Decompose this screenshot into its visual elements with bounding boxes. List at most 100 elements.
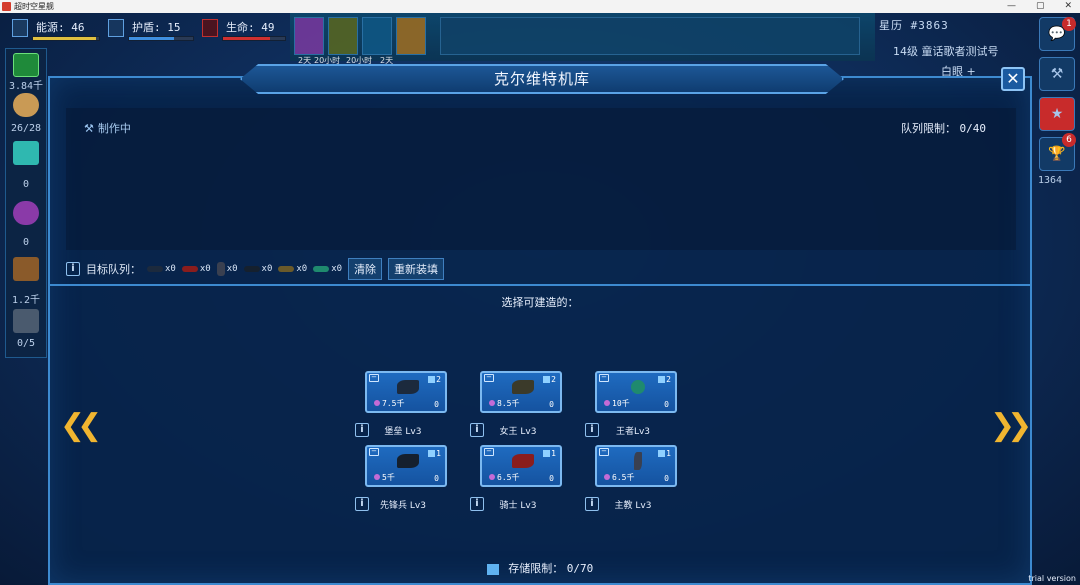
target-ship-knight[interactable]: x0 (278, 264, 307, 274)
book-icon[interactable] (396, 17, 426, 55)
hammer-icon: ⚒ (84, 122, 94, 135)
target-count: x0 (165, 264, 176, 274)
ship-cost: 6.5千 (604, 472, 634, 483)
tools-button[interactable]: ⚒ (1039, 57, 1075, 91)
minus-icon[interactable]: − (369, 374, 379, 382)
ship-slots: 2 (428, 375, 441, 384)
cost-value: 6.5千 (612, 473, 635, 482)
vanguard-icon (243, 266, 260, 272)
minus-icon[interactable]: − (599, 448, 609, 456)
credits-value: 3.84千 (8, 81, 44, 92)
orb-value: 0 (22, 237, 30, 248)
target-icon[interactable] (362, 17, 392, 55)
dialog-title: 克尔维特机库 (240, 64, 844, 94)
cost-value: 7.5千 (382, 399, 405, 408)
crafting-header: ⚒ 制作中 (84, 120, 131, 136)
crew-strip[interactable] (440, 17, 860, 55)
close-window-icon[interactable]: ✕ (1064, 0, 1072, 13)
target-queue-label: 目标队列： (86, 263, 141, 276)
refill-button[interactable]: 重新装填 (388, 258, 445, 280)
prev-page-arrow[interactable]: ❮❮ (60, 408, 102, 443)
crafting-label: 制作中 (97, 122, 131, 135)
buff-icon[interactable] (294, 17, 324, 55)
ship-name: 女王 Lv3 (499, 427, 537, 437)
minus-icon[interactable]: − (599, 374, 609, 382)
slot-count: 2 (551, 375, 556, 384)
storage-label: 存储限制： (508, 562, 564, 575)
target-ship-vanguard[interactable]: x0 (243, 264, 272, 274)
target-ship-bishop[interactable]: x0 (216, 262, 238, 276)
target-ship-queen[interactable]: x0 (181, 264, 211, 274)
xp-icon[interactable] (328, 17, 358, 55)
orb-icon (604, 474, 610, 480)
heart-icon (202, 19, 218, 37)
ship-card-bishop[interactable]: − 1 6.5千 0 (595, 445, 677, 487)
crate-icon[interactable] (13, 257, 39, 281)
knight-ship-icon (512, 454, 534, 468)
slot-icon (658, 376, 666, 383)
storage-value: 0/70 (566, 562, 594, 575)
info-icon[interactable]: i (66, 262, 80, 276)
crew-icon[interactable] (13, 93, 39, 117)
app-icon (2, 2, 11, 11)
ship-slots: 1 (428, 449, 441, 458)
crystal-value: 0 (22, 179, 30, 190)
status-strip[interactable]: 2天 20小时 20小时 2天 (290, 13, 875, 65)
energy-stat: 能源: 46 (36, 21, 85, 34)
ship-card-knight[interactable]: − 1 6.5千 0 (480, 445, 562, 487)
ship-card-vanguard[interactable]: − 1 5千 0 (365, 445, 447, 487)
ship-slots: 1 (543, 449, 556, 458)
ship-card-fortress[interactable]: − 2 7.5千 0 (365, 371, 447, 413)
trophy-badge: 6 (1062, 133, 1076, 147)
minus-icon[interactable]: − (484, 448, 494, 456)
crystal-icon[interactable] (13, 141, 39, 165)
factory-value: 0/5 (16, 338, 36, 349)
clear-button[interactable]: 清除 (348, 258, 383, 280)
target-ship-fortress[interactable]: x0 (147, 264, 176, 274)
target-count: x0 (199, 264, 211, 274)
minus-icon[interactable]: − (484, 374, 494, 382)
orb-icon (374, 400, 380, 406)
crafting-area (66, 108, 1016, 250)
cost-value: 6.5千 (497, 473, 520, 482)
life-bar-fill (223, 37, 270, 40)
target-count: x0 (226, 264, 238, 274)
king-icon (313, 266, 330, 272)
slot-count: 2 (666, 375, 671, 384)
orb-icon (489, 400, 495, 406)
flag-button[interactable]: ★ (1039, 97, 1075, 131)
energy-bar-fill (33, 37, 96, 40)
window-controls: — ▢ ✕ (1007, 0, 1072, 13)
queue-limit-label: 队列限制： (901, 122, 956, 135)
energy-bar (32, 36, 100, 41)
bishop-icon (216, 262, 225, 276)
shield-stat: 护盾: 15 (132, 21, 181, 34)
ship-card-king[interactable]: − 2 10千 0 (595, 371, 677, 413)
slot-icon (543, 376, 551, 383)
minus-icon[interactable]: − (369, 448, 379, 456)
storage-icon (486, 563, 499, 575)
divider (50, 284, 1030, 286)
maximize-icon[interactable]: ▢ (1036, 0, 1045, 13)
window-title: 超时空星舰 (14, 2, 54, 11)
slot-icon (658, 450, 666, 457)
next-page-arrow[interactable]: ❯❯ (990, 408, 1032, 443)
cash-icon[interactable] (13, 53, 39, 77)
storage-limit: 存储限制： 0/70 (50, 560, 1030, 576)
fortress-icon (147, 266, 163, 272)
ship-slots: 2 (543, 375, 556, 384)
minimize-icon[interactable]: — (1007, 0, 1016, 13)
factory-icon[interactable] (13, 309, 39, 333)
close-dialog-button[interactable]: ✕ (1001, 67, 1025, 91)
queen-ship-icon (512, 380, 534, 394)
slot-count: 1 (666, 449, 671, 458)
orb-icon[interactable] (13, 201, 39, 225)
ship-card-queen[interactable]: − 2 8.5千 0 (480, 371, 562, 413)
player-level[interactable]: 14级 童话歌者测试号 (893, 43, 999, 59)
target-ship-king[interactable]: x0 (313, 264, 342, 274)
hammer-icon: ⚒ (1050, 66, 1064, 82)
slot-count: 1 (436, 449, 441, 458)
ship-count: 0 (549, 400, 554, 409)
fortress-ship-icon (397, 380, 419, 394)
window-titlebar: 超时空星舰 — ▢ ✕ (0, 0, 1080, 13)
